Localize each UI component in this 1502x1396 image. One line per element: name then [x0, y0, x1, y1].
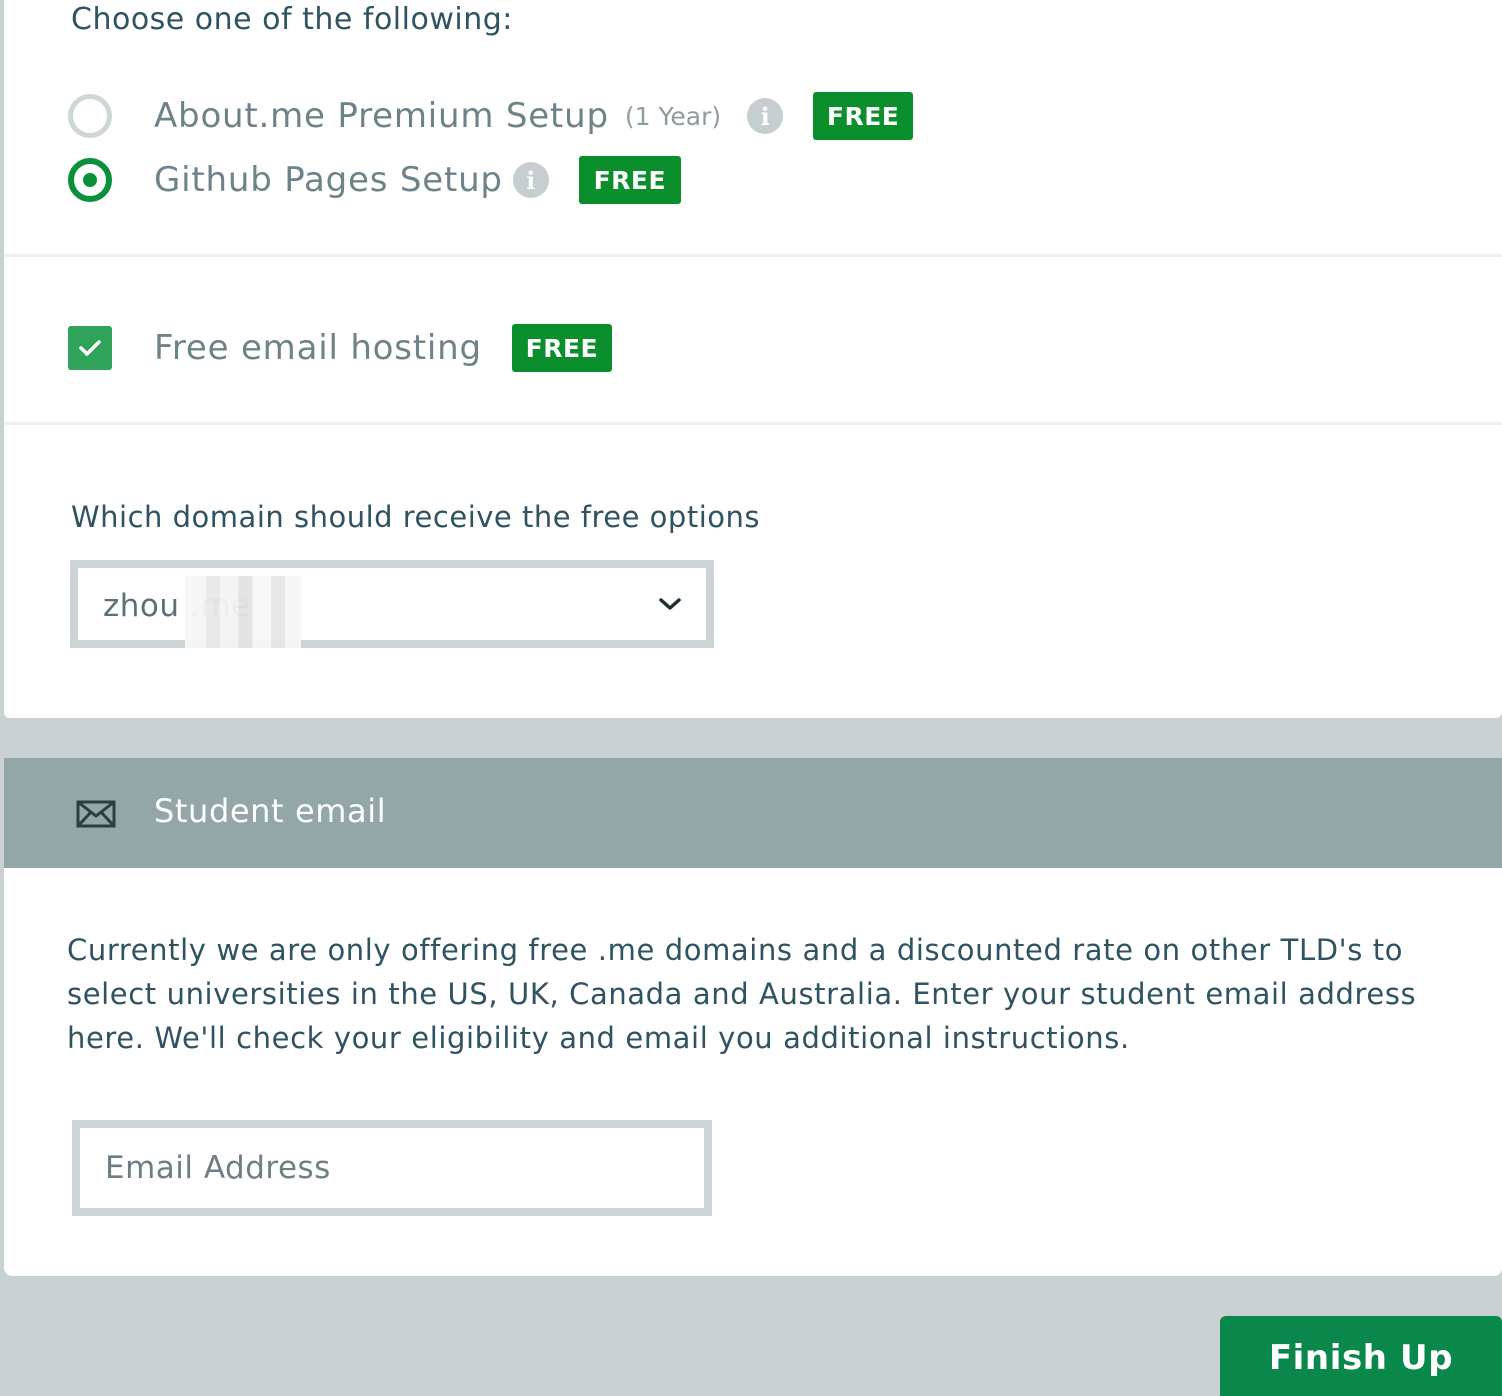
- option-label: About.me Premium Setup: [154, 96, 609, 136]
- info-icon[interactable]: i: [747, 98, 784, 134]
- finish-up-button[interactable]: Finish Up: [1220, 1316, 1502, 1396]
- student-email-description: Currently we are only offering free .me …: [67, 933, 1417, 1055]
- option-github-pages[interactable]: Github Pages Setup i FREE: [68, 156, 681, 204]
- email-hosting-label: Free email hosting: [154, 328, 482, 368]
- divider: [4, 422, 1502, 425]
- radio-github-pages[interactable]: [68, 158, 112, 202]
- envelope-icon: [76, 800, 116, 828]
- option-premium-setup[interactable]: About.me Premium Setup (1 Year) i FREE: [68, 92, 914, 140]
- radio-premium-setup[interactable]: [68, 94, 112, 138]
- email-hosting-option[interactable]: Free email hosting FREE: [68, 324, 612, 372]
- info-icon[interactable]: i: [512, 162, 549, 198]
- domain-label: Which domain should receive the free opt…: [71, 500, 760, 534]
- option-label: Github Pages Setup: [154, 160, 503, 200]
- free-badge: FREE: [511, 324, 612, 372]
- free-badge: FREE: [813, 92, 914, 140]
- student-email-input[interactable]: [72, 1120, 712, 1216]
- domain-select[interactable]: zhou .me: [70, 560, 714, 648]
- email-hosting-checkbox[interactable]: [68, 326, 112, 370]
- section-title: Student email: [154, 792, 387, 830]
- chevron-down-icon: [659, 598, 681, 610]
- check-icon: [79, 340, 101, 356]
- free-badge: FREE: [578, 156, 681, 204]
- choose-heading: Choose one of the following:: [71, 2, 513, 37]
- setup-card: Choose one of the following: About.me Pr…: [4, 0, 1502, 718]
- divider: [4, 254, 1502, 257]
- option-duration: (1 Year): [624, 101, 722, 131]
- student-email-header: Student email: [4, 758, 1502, 868]
- redacted-region: [185, 576, 301, 648]
